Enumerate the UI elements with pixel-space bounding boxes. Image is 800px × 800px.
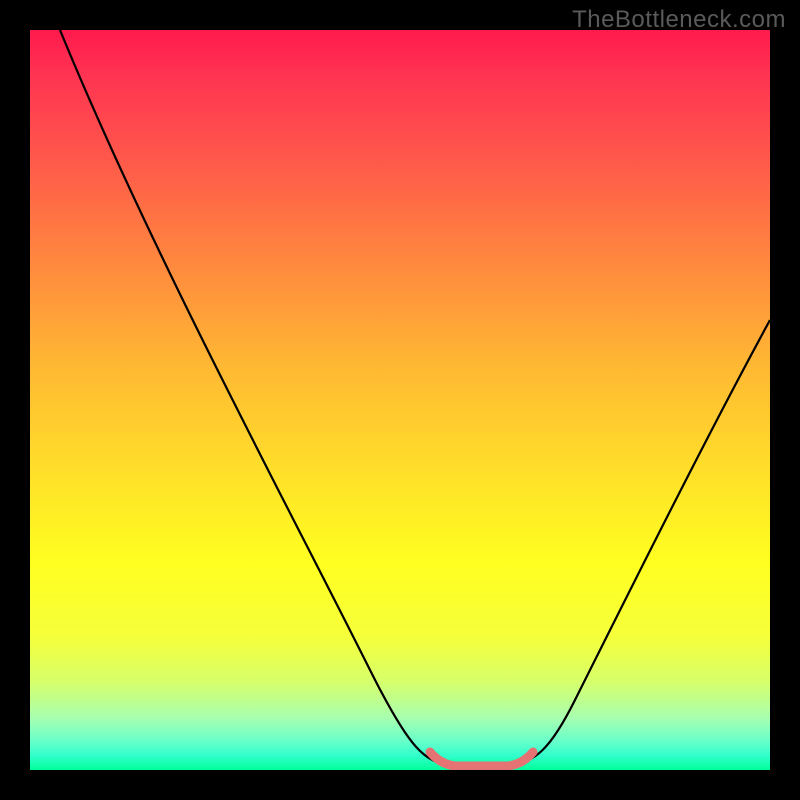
chart-frame: TheBottleneck.com [0,0,800,800]
curve-layer [30,30,770,770]
watermark-text: TheBottleneck.com [572,6,786,34]
optimal-range-marker [430,752,533,766]
plot-area [30,30,770,770]
bottleneck-curve [60,30,770,765]
